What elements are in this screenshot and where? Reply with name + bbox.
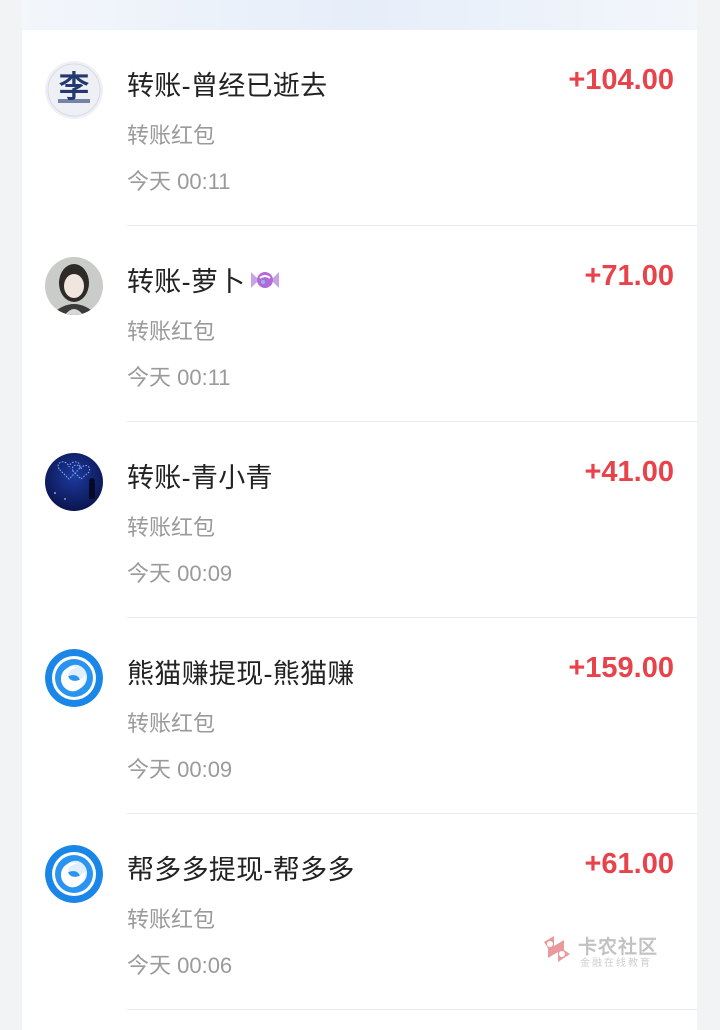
watermark-subtitle: 金融在线教育 xyxy=(580,958,652,969)
transaction-row[interactable]: 转账-青小青 +41.00 转账红包 今天 00:09 xyxy=(22,422,697,618)
transaction-title: 帮多多提现-帮多多 xyxy=(127,855,355,885)
transaction-type: 转账红包 xyxy=(127,319,216,344)
transaction-type: 转账红包 xyxy=(127,711,216,736)
transaction-amount: +71.00 xyxy=(584,260,674,292)
transaction-time: 今天 00:06 xyxy=(127,953,233,978)
transaction-time: 今天 00:11 xyxy=(127,365,231,390)
transaction-row[interactable]: 熊猫赚提现-熊猫赚 +159.00 转账红包 今天 00:09 xyxy=(22,618,697,814)
transaction-title: 转账-曾经已逝去 xyxy=(127,71,328,101)
transaction-amount: +159.00 xyxy=(568,652,674,684)
row-divider xyxy=(127,1009,697,1010)
transaction-row[interactable]: 转账-萝卜 +71.00 转账红包 今天 00:11 xyxy=(22,226,697,422)
candy-icon xyxy=(248,267,282,300)
transaction-amount: +104.00 xyxy=(568,64,674,96)
girl-photo-avatar xyxy=(45,257,103,315)
transaction-title: 转账-青小青 xyxy=(127,463,273,493)
transaction-amount: +41.00 xyxy=(584,456,674,488)
night-sky-avatar xyxy=(45,453,103,511)
transaction-type: 转账红包 xyxy=(127,515,216,540)
transaction-title-text: 转账-萝卜 xyxy=(127,267,246,297)
transaction-title: 转账-萝卜 xyxy=(127,260,282,300)
watermark: 卡农社区 金融在线教育 xyxy=(540,930,670,970)
transaction-title: 熊猫赚提现-熊猫赚 xyxy=(127,659,355,689)
blue-swirl-logo xyxy=(45,845,103,903)
top-header-band xyxy=(22,0,697,30)
transaction-type: 转账红包 xyxy=(127,907,216,932)
transaction-time: 今天 00:09 xyxy=(127,757,233,782)
transaction-time: 今天 00:11 xyxy=(127,169,231,194)
transaction-row[interactable]: 李 转账-曾经已逝去 +104.00 转账红包 今天 00:11 xyxy=(22,30,697,226)
watermark-logo-icon xyxy=(540,932,574,966)
blue-swirl-logo xyxy=(45,649,103,707)
transaction-row[interactable]: 帮多多提现-帮多多 +61.00 转账红包 今天 00:06 xyxy=(22,814,697,1010)
li-character-avatar: 李 xyxy=(45,61,103,119)
transaction-amount: +61.00 xyxy=(584,848,674,880)
transaction-list: 李 转账-曾经已逝去 +104.00 转账红包 今天 00:11 转账-萝卜 +… xyxy=(22,30,697,1030)
transaction-type: 转账红包 xyxy=(127,123,216,148)
transaction-time: 今天 00:09 xyxy=(127,561,233,586)
